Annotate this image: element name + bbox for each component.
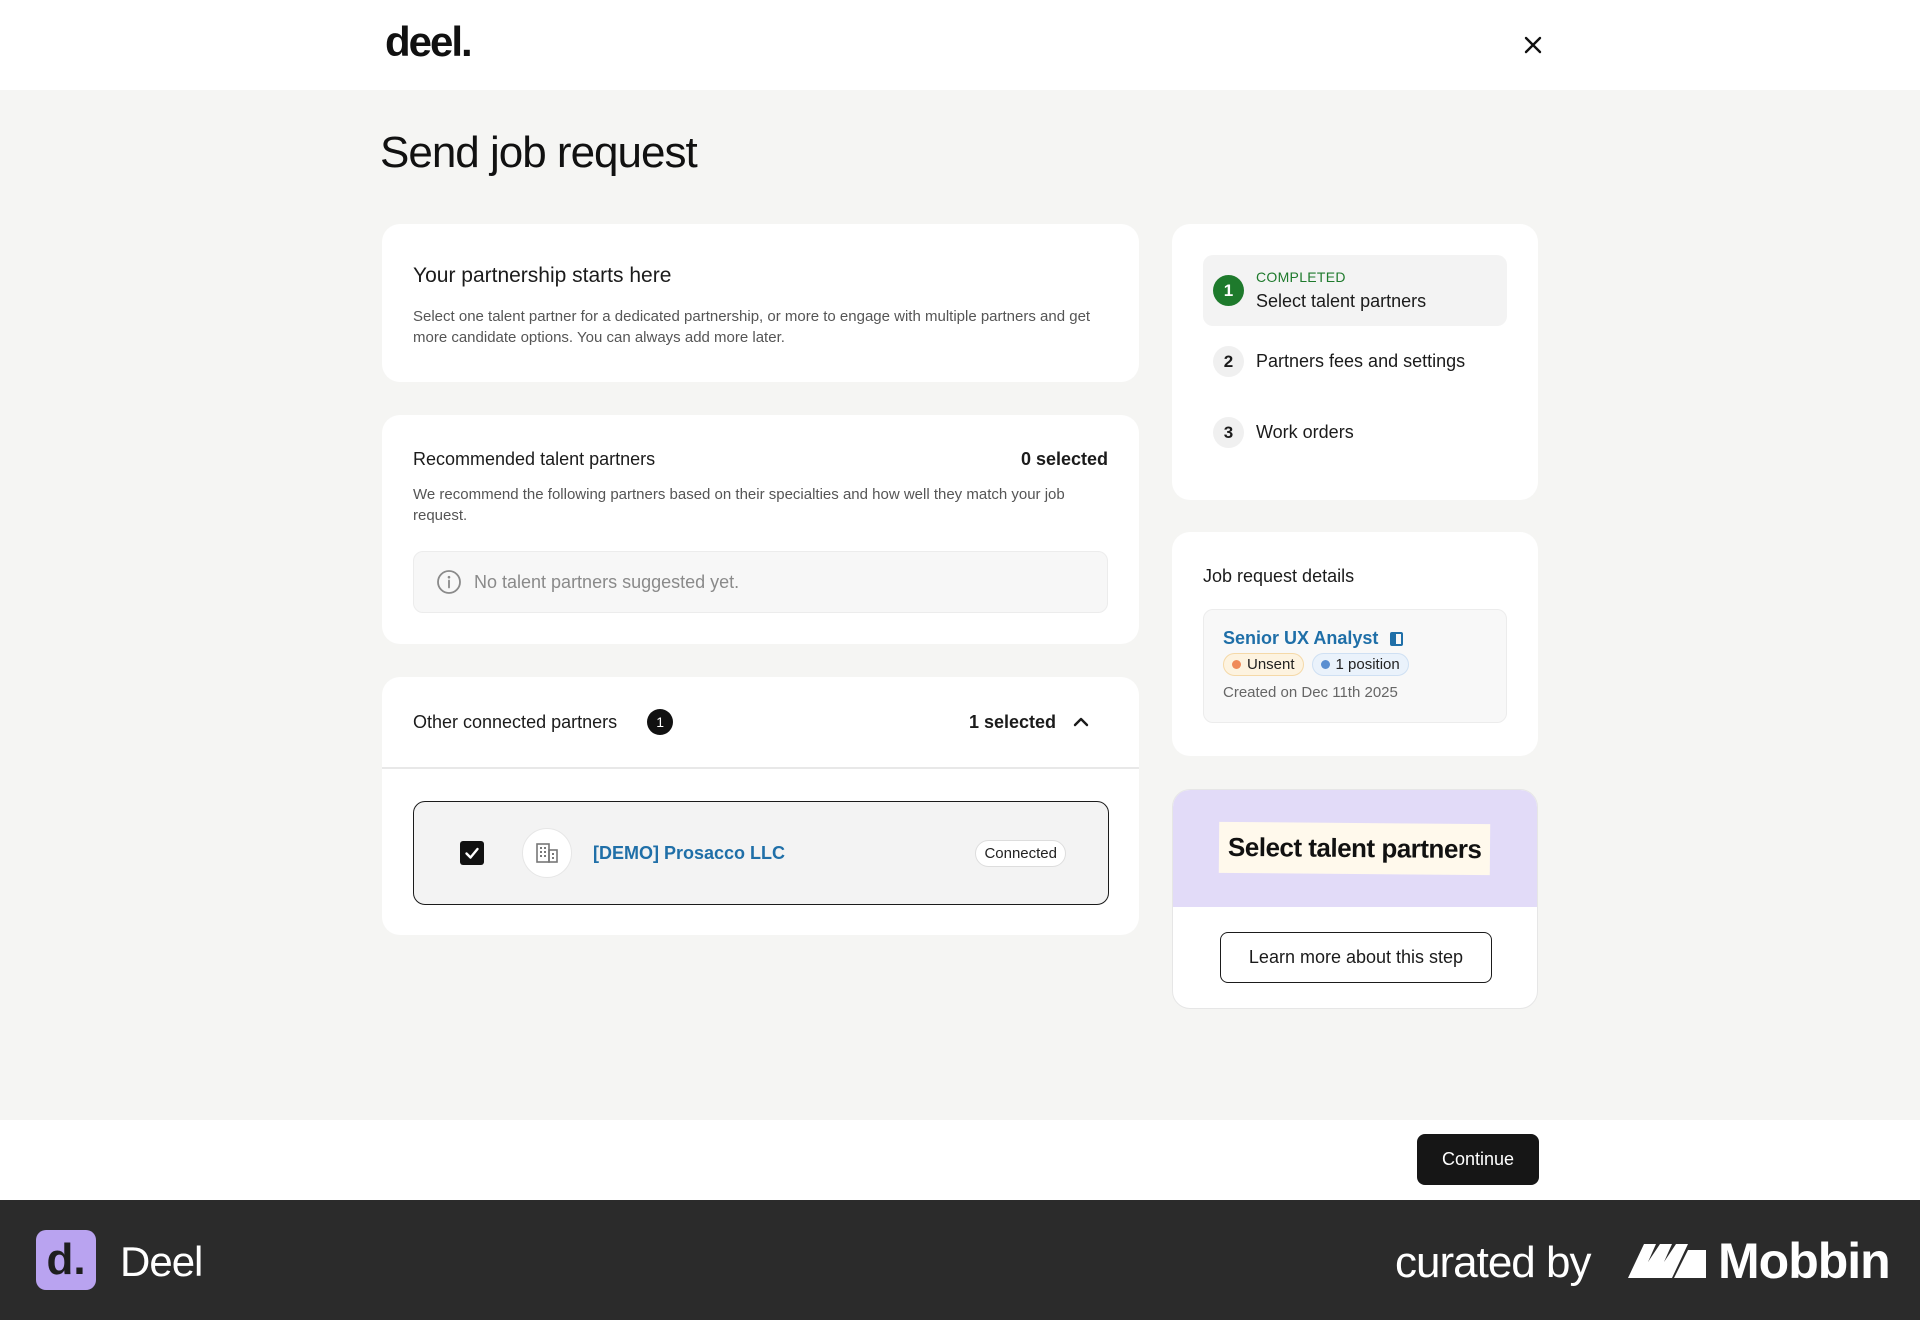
- info-icon: [437, 570, 461, 594]
- checkmark-icon: [465, 847, 479, 859]
- continue-button[interactable]: Continue: [1417, 1134, 1539, 1185]
- step-label: Work orders: [1256, 422, 1354, 442]
- partner-row[interactable]: [DEMO] Prosacco LLC Connected: [413, 801, 1109, 905]
- position-badge-label: 1 position: [1335, 656, 1400, 673]
- step-label: Partners fees and settings: [1256, 351, 1466, 371]
- intro-heading: Your partnership starts here: [413, 264, 672, 287]
- recommended-header: Recommended talent partners 0 selected: [413, 449, 1108, 470]
- learn-banner: Select talent partners: [1173, 790, 1537, 907]
- status-badge: Unsent: [1223, 653, 1304, 676]
- partner-checkbox[interactable]: [460, 841, 484, 865]
- partners-count-badge: 1: [647, 709, 674, 735]
- close-icon: [1524, 36, 1542, 54]
- empty-state: No talent partners suggested yet.: [413, 551, 1108, 613]
- position-badge: 1 position: [1311, 653, 1409, 676]
- other-selected-count: 1 selected: [968, 711, 1056, 732]
- chevron-up-icon[interactable]: [1070, 711, 1092, 733]
- partner-name-link[interactable]: [DEMO] Prosacco LLC: [593, 843, 785, 864]
- step-partners-fees[interactable]: 2 Partners fees and settings: [1203, 326, 1507, 397]
- bottom-action-bar: Continue: [0, 1120, 1920, 1200]
- deel-app-logo: d.: [36, 1230, 96, 1290]
- learn-banner-tag: Select talent partners: [1219, 821, 1491, 876]
- partner-avatar: [522, 828, 572, 878]
- job-title-link[interactable]: Senior UX Analyst: [1223, 628, 1378, 649]
- status-badge-label: Unsent: [1247, 656, 1295, 673]
- job-summary: Senior UX Analyst Unsent 1 position Crea…: [1203, 609, 1507, 723]
- page-title: Send job request: [380, 128, 698, 177]
- status-dot: [1232, 660, 1241, 669]
- other-partners-card: Other connected partners 1 1 selected [D…: [382, 677, 1139, 935]
- recommended-body: We recommend the following partners base…: [413, 486, 1065, 524]
- learn-more-button[interactable]: Learn more about this step: [1220, 932, 1492, 983]
- step-number: 2: [1213, 346, 1244, 377]
- step-number: 1: [1213, 275, 1244, 306]
- step-work-orders[interactable]: 3 Work orders: [1203, 397, 1507, 468]
- side-panel-icon[interactable]: [1390, 631, 1404, 646]
- learn-more-card: Select talent partners Learn more about …: [1172, 789, 1538, 1009]
- empty-state-text: No talent partners suggested yet.: [474, 571, 740, 592]
- other-partners-title: Other connected partners: [413, 711, 618, 732]
- intro-body: Select one talent partner for a dedicate…: [413, 308, 1091, 346]
- step-select-talent-partners[interactable]: 1 COMPLETED Select talent partners: [1203, 255, 1507, 326]
- recommended-selected-count: 0 selected: [1020, 449, 1108, 469]
- step-status: COMPLETED: [1256, 269, 1346, 285]
- job-details-heading: Job request details: [1203, 566, 1355, 586]
- curated-by-text: curated by: [1395, 1238, 1591, 1287]
- close-button[interactable]: [1518, 30, 1548, 60]
- connected-badge: Connected: [975, 839, 1066, 867]
- intro-card: Your partnership starts here Select one …: [382, 224, 1139, 382]
- step-number: 3: [1213, 417, 1244, 448]
- recommended-title: Recommended talent partners: [413, 449, 656, 469]
- other-partners-header[interactable]: Other connected partners 1 1 selected: [382, 677, 1139, 769]
- building-icon: [536, 843, 558, 863]
- recommended-partners-card: Recommended talent partners 0 selected W…: [382, 415, 1139, 644]
- app-name: Deel: [120, 1238, 203, 1285]
- progress-steps-card: 1 COMPLETED Select talent partners 2 Par…: [1172, 224, 1538, 500]
- job-created-date: Created on Dec 11th 2025: [1223, 684, 1398, 701]
- mobbin-logo-icon: [1628, 1244, 1706, 1278]
- deel-logo[interactable]: deel.: [385, 18, 473, 66]
- mobbin-wordmark: Mobbin: [1718, 1233, 1891, 1289]
- top-bar: deel.: [0, 0, 1920, 90]
- branding-footer: d. Deel curated by Mobbin: [0, 1200, 1920, 1320]
- job-request-details-card: Job request details Senior UX Analyst Un…: [1172, 532, 1538, 756]
- step-label: Select talent partners: [1256, 291, 1427, 311]
- position-dot: [1320, 660, 1330, 669]
